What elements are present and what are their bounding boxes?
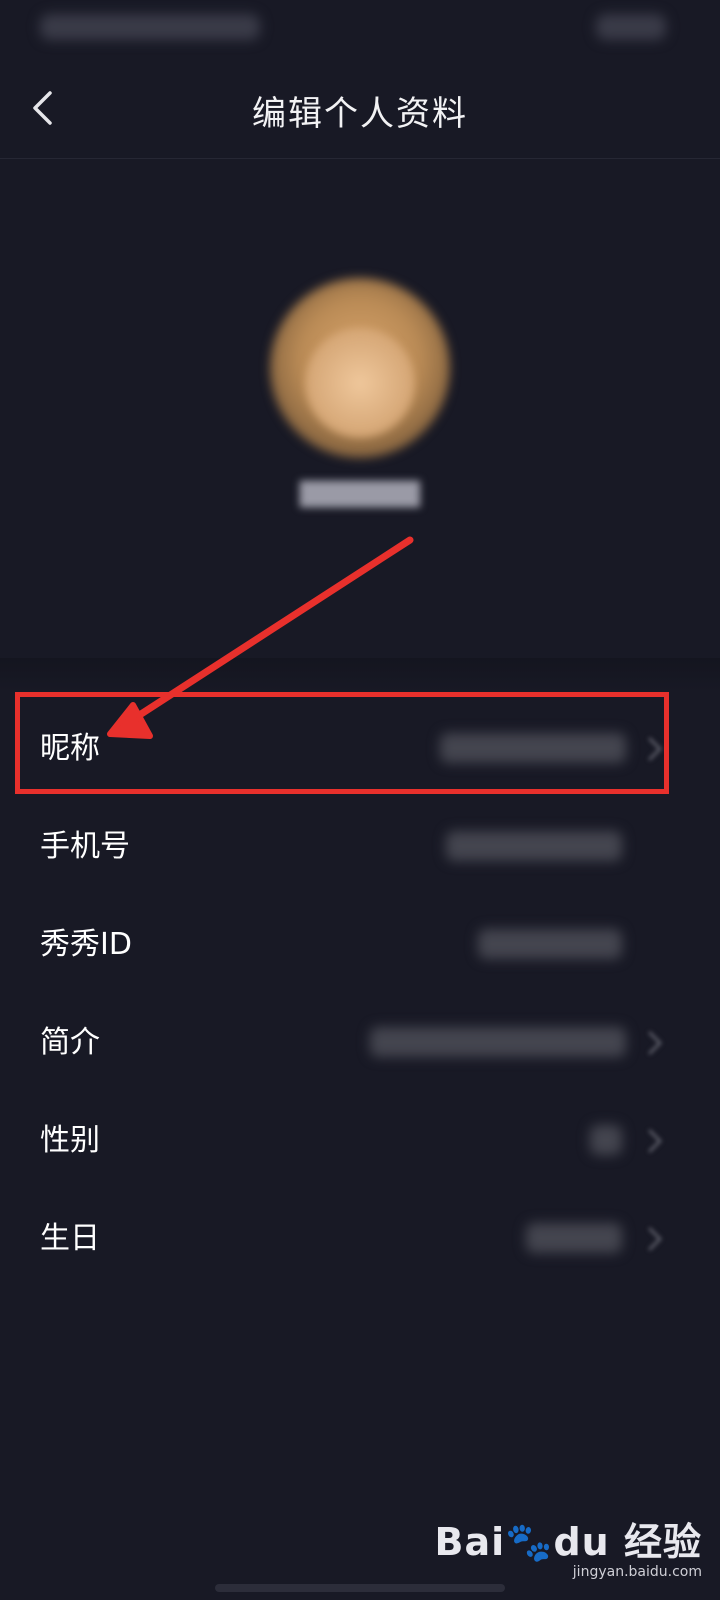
birthday-value — [526, 1223, 622, 1253]
section-divider — [0, 658, 720, 692]
avatar-face — [305, 328, 415, 438]
row-label-bio: 简介 — [40, 1025, 100, 1060]
watermark-url: jingyan.baidu.com — [572, 1564, 702, 1580]
chevron-right-icon — [648, 1129, 663, 1153]
change-avatar-link[interactable]: ▇▇▇▇▇▇ — [0, 478, 720, 508]
row-birthday[interactable]: 生日 — [0, 1190, 720, 1288]
watermark-product: 经验 — [623, 1520, 702, 1564]
row-label-phone: 手机号 — [40, 829, 130, 864]
row-xiuxiu-id: 秀秀ID — [0, 896, 720, 994]
paw-icon: 🐾 — [505, 1520, 554, 1564]
row-label-gender: 性别 — [40, 1123, 100, 1158]
avatar-section: ▇▇▇▇▇▇ — [0, 158, 720, 658]
page-title: 编辑个人资料 — [252, 94, 468, 134]
row-bio[interactable]: 简介 — [0, 994, 720, 1092]
status-left-blur — [40, 14, 260, 40]
row-label-birthday: 生日 — [40, 1221, 100, 1256]
top-nav-bar: 编辑个人资料 — [0, 56, 720, 159]
xiuxiu-id-value — [478, 929, 622, 959]
battery-blur — [596, 14, 666, 40]
annotation-highlight-box — [15, 692, 669, 794]
watermark-logo: Bai🐾du 经验 — [435, 1511, 702, 1566]
row-phone: 手机号 — [0, 798, 720, 896]
chevron-right-icon — [648, 1227, 663, 1251]
status-bar — [0, 0, 720, 56]
chevron-right-icon — [648, 1031, 663, 1055]
watermark-brand: Bai — [434, 1520, 506, 1564]
row-gender[interactable]: 性别 — [0, 1092, 720, 1190]
bio-value — [370, 1027, 626, 1057]
baidu-jingyan-watermark: Bai🐾du 经验 jingyan.baidu.com — [435, 1511, 702, 1580]
gender-value — [590, 1125, 622, 1155]
watermark-brand-tail: du — [553, 1520, 610, 1564]
home-indicator — [215, 1584, 505, 1592]
phone-value — [446, 831, 622, 861]
row-label-xiuxiu-id: 秀秀ID — [40, 927, 132, 962]
